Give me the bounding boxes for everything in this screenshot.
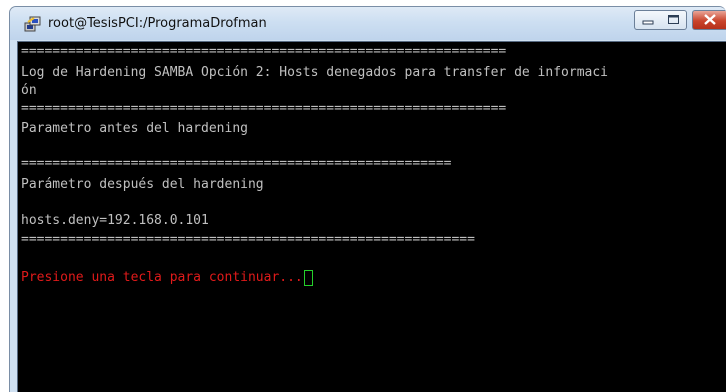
title-bar[interactable]: root@TesisPCI:/ProgramaDrofman (10, 7, 726, 40)
minimize-button[interactable] (634, 10, 662, 30)
maximize-button[interactable] (661, 10, 687, 30)
minimize-icon (642, 20, 654, 25)
window-title: root@TesisPCI:/ProgramaDrofman (48, 16, 267, 31)
separator-line: ========================================… (21, 156, 452, 171)
close-button[interactable] (692, 10, 726, 30)
separator-line: ========================================… (21, 101, 507, 116)
close-icon (704, 14, 716, 25)
log-header-line: Log de Hardening SAMBA Opción 2: Hosts d… (21, 65, 608, 80)
terminal-output[interactable]: ========================================… (17, 41, 726, 392)
continue-prompt-text: Presione una tecla para continuar... (21, 270, 303, 285)
putty-icon[interactable] (24, 16, 41, 32)
separator-line: ========================================… (21, 232, 475, 247)
after-hardening-label: Parámetro después del hardening (21, 177, 264, 192)
separator-line: ========================================… (21, 44, 507, 59)
before-hardening-label: Parametro antes del hardening (21, 121, 248, 136)
continue-prompt: Presione una tecla para continuar... (21, 270, 313, 286)
terminal-cursor (303, 270, 313, 286)
maximize-icon (668, 15, 679, 24)
log-header-continuation: ón (21, 83, 37, 98)
hosts-deny-value: hosts.deny=192.168.0.101 (21, 213, 209, 228)
terminal-window: root@TesisPCI:/ProgramaDrofman =========… (9, 6, 726, 392)
